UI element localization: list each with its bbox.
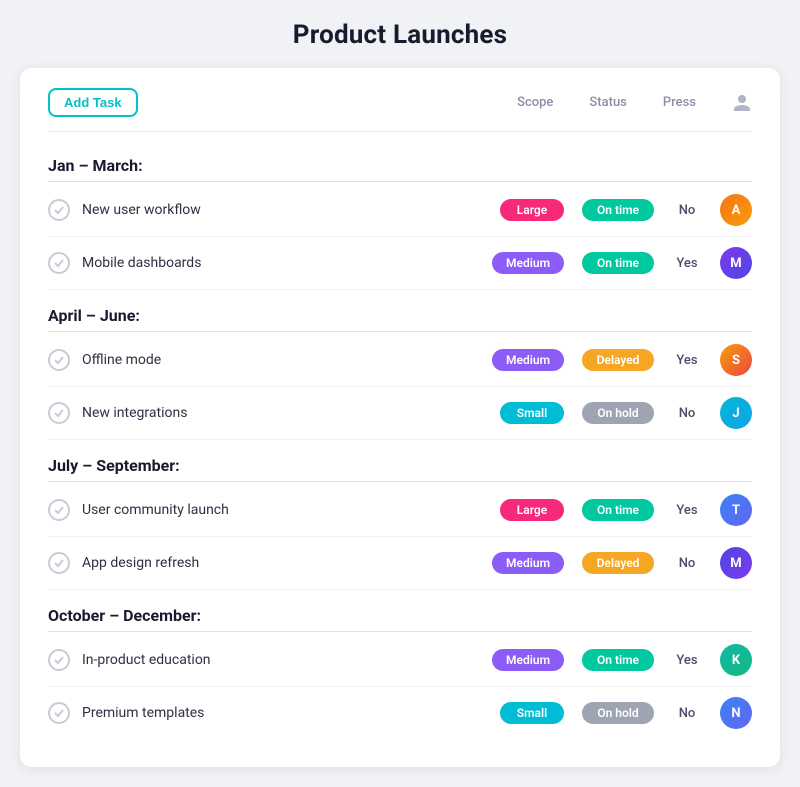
press-value: No xyxy=(672,706,702,721)
column-headers: Scope Status Press xyxy=(517,93,752,113)
task-cols: Small On hold No J xyxy=(452,397,752,429)
sections-container: Jan – March: New user workflow Large On … xyxy=(48,140,752,739)
avatar-letter: M xyxy=(730,556,741,571)
task-name: Mobile dashboards xyxy=(82,255,452,271)
task-checkbox[interactable] xyxy=(48,349,70,371)
avatar: T xyxy=(720,494,752,526)
avatar-letter: T xyxy=(732,503,740,518)
task-row[interactable]: New user workflow Large On time No A xyxy=(48,184,752,237)
press-value: Yes xyxy=(672,256,702,271)
task-row[interactable]: New integrations Small On hold No J xyxy=(48,387,752,440)
task-checkbox[interactable] xyxy=(48,252,70,274)
task-row[interactable]: Mobile dashboards Medium On time Yes M xyxy=(48,237,752,290)
task-cols: Large On time Yes T xyxy=(452,494,752,526)
task-name: Premium templates xyxy=(82,705,452,721)
press-value: No xyxy=(672,203,702,218)
toolbar: Add Task Scope Status Press xyxy=(48,88,752,132)
task-row[interactable]: App design refresh Medium Delayed No M xyxy=(48,537,752,590)
status-badge: On time xyxy=(582,199,654,221)
avatar-letter: A xyxy=(732,203,741,218)
status-badge: On hold xyxy=(582,402,654,424)
section-header-july-sept: July – September: xyxy=(48,440,752,482)
task-name: In-product education xyxy=(82,652,452,668)
task-cols: Medium Delayed Yes S xyxy=(452,344,752,376)
scope-badge: Small xyxy=(500,402,564,424)
press-col-header: Press xyxy=(663,95,696,110)
task-name: New user workflow xyxy=(82,202,452,218)
task-checkbox[interactable] xyxy=(48,649,70,671)
avatar-letter: J xyxy=(732,406,739,421)
avatar: N xyxy=(720,697,752,729)
status-badge: On hold xyxy=(582,702,654,724)
scope-col-header: Scope xyxy=(517,95,553,110)
task-checkbox[interactable] xyxy=(48,702,70,724)
task-name: Offline mode xyxy=(82,352,452,368)
avatar: M xyxy=(720,247,752,279)
task-checkbox[interactable] xyxy=(48,552,70,574)
task-checkbox[interactable] xyxy=(48,499,70,521)
press-value: No xyxy=(672,556,702,571)
task-name: App design refresh xyxy=(82,555,452,571)
task-checkbox[interactable] xyxy=(48,402,70,424)
task-name: New integrations xyxy=(82,405,452,421)
task-cols: Medium Delayed No M xyxy=(452,547,752,579)
press-value: No xyxy=(672,406,702,421)
add-task-button[interactable]: Add Task xyxy=(48,88,138,117)
main-card: Add Task Scope Status Press Jan – March:… xyxy=(20,68,780,767)
section-header-april-june: April – June: xyxy=(48,290,752,332)
task-row[interactable]: User community launch Large On time Yes … xyxy=(48,484,752,537)
page-title: Product Launches xyxy=(20,20,780,50)
status-badge: On time xyxy=(582,499,654,521)
avatar: M xyxy=(720,547,752,579)
task-row[interactable]: Offline mode Medium Delayed Yes S xyxy=(48,334,752,387)
section-header-jan-march: Jan – March: xyxy=(48,140,752,182)
page-wrapper: Product Launches Add Task Scope Status P… xyxy=(20,20,780,767)
avatar-letter: S xyxy=(732,353,740,368)
avatar: A xyxy=(720,194,752,226)
avatar-letter: N xyxy=(731,706,740,721)
scope-badge: Large xyxy=(500,499,564,521)
task-checkbox[interactable] xyxy=(48,199,70,221)
task-cols: Small On hold No N xyxy=(452,697,752,729)
task-name: User community launch xyxy=(82,502,452,518)
scope-badge: Medium xyxy=(492,552,564,574)
status-badge: Delayed xyxy=(582,552,654,574)
user-icon xyxy=(732,93,752,113)
scope-badge: Small xyxy=(500,702,564,724)
task-cols: Medium On time Yes M xyxy=(452,247,752,279)
avatar: J xyxy=(720,397,752,429)
status-badge: On time xyxy=(582,649,654,671)
avatar-letter: M xyxy=(730,256,741,271)
avatar-letter: K xyxy=(732,653,740,668)
scope-badge: Medium xyxy=(492,649,564,671)
avatar: K xyxy=(720,644,752,676)
status-badge: On time xyxy=(582,252,654,274)
section-header-oct-dec: October – December: xyxy=(48,590,752,632)
task-row[interactable]: In-product education Medium On time Yes … xyxy=(48,634,752,687)
status-badge: Delayed xyxy=(582,349,654,371)
status-col-header: Status xyxy=(589,95,626,110)
scope-badge: Medium xyxy=(492,349,564,371)
press-value: Yes xyxy=(672,353,702,368)
scope-badge: Medium xyxy=(492,252,564,274)
press-value: Yes xyxy=(672,653,702,668)
avatar: S xyxy=(720,344,752,376)
scope-badge: Large xyxy=(500,199,564,221)
task-cols: Medium On time Yes K xyxy=(452,644,752,676)
task-cols: Large On time No A xyxy=(452,194,752,226)
task-row[interactable]: Premium templates Small On hold No N xyxy=(48,687,752,739)
press-value: Yes xyxy=(672,503,702,518)
